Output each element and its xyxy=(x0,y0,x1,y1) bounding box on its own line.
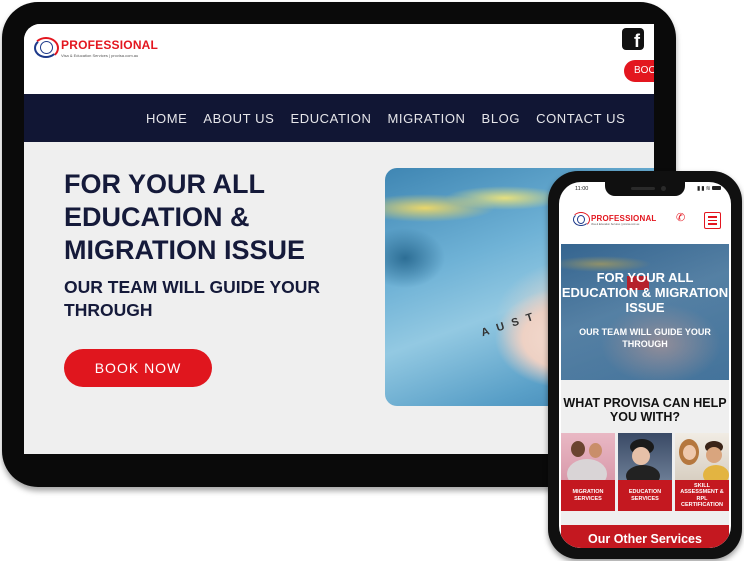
help-section-title: WHAT PROVISA CAN HELP YOU WITH? xyxy=(563,396,727,424)
camera-icon xyxy=(661,186,666,191)
nav-item-home[interactable]: HOME xyxy=(146,111,187,126)
service-card-label: EDUCATION SERVICES xyxy=(618,480,672,511)
nav-item-contact-us[interactable]: CONTACT US xyxy=(536,111,625,126)
battery-icon xyxy=(711,186,721,191)
site-logo[interactable]: PROFESSIONAL Visa & Education Services |… xyxy=(33,37,158,59)
logo-tagline: Visa & Education Services | provisa.com.… xyxy=(591,222,640,226)
help-section: WHAT PROVISA CAN HELP YOU WITH? MIGRATIO… xyxy=(561,380,729,548)
nav-item-migration[interactable]: MIGRATION xyxy=(387,111,465,126)
service-photo xyxy=(675,433,729,480)
signal-icon: ▮▮ xyxy=(697,186,706,192)
nav-item-blog[interactable]: BLOG xyxy=(482,111,521,126)
other-services-title: Our Other Services xyxy=(588,532,702,546)
logo-emblem-icon xyxy=(33,37,59,59)
wifi-icon: ≋ xyxy=(705,186,712,192)
phone-screen: 11:00 ▮▮≋ PROFESSIONAL Visa & Education … xyxy=(559,182,731,548)
service-photo xyxy=(561,433,615,480)
hero-title: FOR YOUR ALL EDUCATION & MIGRATION ISSUE xyxy=(64,169,306,265)
nav-item-education[interactable]: EDUCATION xyxy=(290,111,371,126)
phone-call-icon[interactable]: ✆ xyxy=(676,211,685,224)
service-photo xyxy=(618,433,672,480)
nav-item-about-us[interactable]: ABOUT US xyxy=(203,111,274,126)
map-label: AUST xyxy=(479,308,543,340)
logo-emblem-icon xyxy=(572,212,590,227)
hero-subtitle: OUR TEAM WILL GUIDE YOUR THROUGH xyxy=(64,277,321,320)
phone-frame: 11:00 ▮▮≋ PROFESSIONAL Visa & Education … xyxy=(548,171,742,559)
service-card-label: MIGRATION SERVICES xyxy=(561,480,615,511)
mobile-hero-title: FOR YOUR ALL EDUCATION & MIGRATION ISSUE xyxy=(561,270,729,315)
main-nav: HOME ABOUT US EDUCATION MIGRATION BLOG C… xyxy=(24,94,654,142)
device-mockup-stage: PROFESSIONAL Visa & Education Services |… xyxy=(0,0,744,561)
other-services-section: Our Other Services xyxy=(561,525,729,548)
facebook-icon[interactable]: f xyxy=(622,28,644,50)
site-header: PROFESSIONAL Visa & Education Services |… xyxy=(24,24,654,94)
phone-notch xyxy=(605,182,685,196)
status-icons: ▮▮≋ xyxy=(697,185,721,192)
mobile-hero: FOR YOUR ALL EDUCATION & MIGRATION ISSUE… xyxy=(561,244,729,380)
service-cards: MIGRATION SERVICES EDUCATION SERVICES SK… xyxy=(561,433,729,511)
speaker-icon xyxy=(631,187,655,190)
header-book-button[interactable]: BOOK NOW xyxy=(624,60,654,82)
service-card-education[interactable]: EDUCATION SERVICES xyxy=(618,433,672,511)
hamburger-menu-icon[interactable] xyxy=(704,212,721,229)
logo-brand: PROFESSIONAL xyxy=(61,38,159,52)
logo-brand: PROFESSIONAL xyxy=(591,213,657,223)
service-card-label: SKILL ASSESSMENT & RPL CERTIFICATION xyxy=(675,480,729,511)
service-card-skill-assessment[interactable]: SKILL ASSESSMENT & RPL CERTIFICATION xyxy=(675,433,729,511)
book-now-button[interactable]: BOOK NOW xyxy=(64,349,212,387)
status-time: 11:00 xyxy=(575,186,589,192)
mobile-site-logo[interactable]: PROFESSIONAL Visa & Education Services |… xyxy=(572,212,657,227)
service-card-migration[interactable]: MIGRATION SERVICES xyxy=(561,433,615,511)
mobile-hero-subtitle: OUR TEAM WILL GUIDE YOUR THROUGH xyxy=(579,327,711,349)
logo-tagline: Visa & Education Services | provisa.com.… xyxy=(61,53,139,58)
